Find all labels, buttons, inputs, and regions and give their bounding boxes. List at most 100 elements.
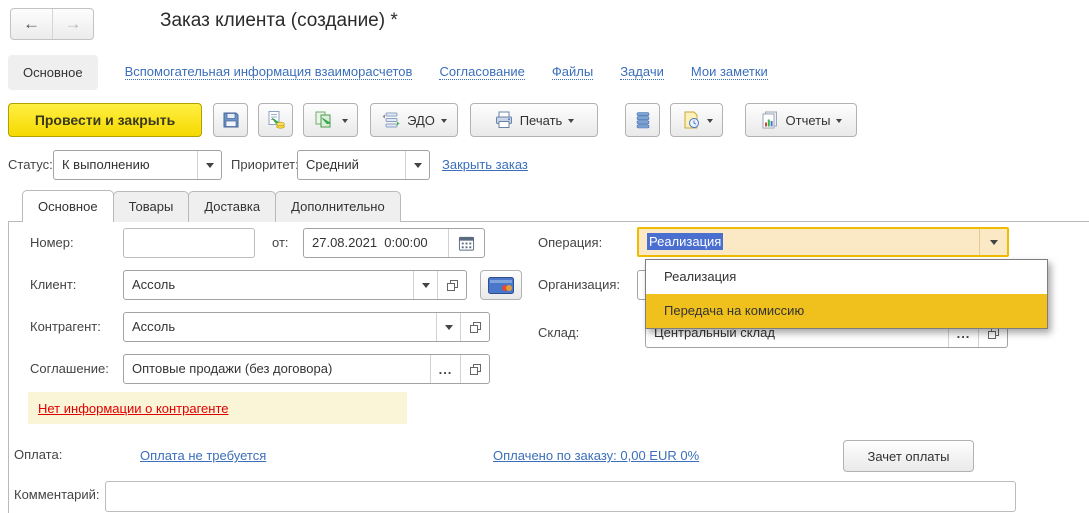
save-icon	[221, 110, 241, 130]
payment-card-icon	[488, 276, 514, 294]
tab-goods[interactable]: Товары	[112, 191, 190, 222]
reports-label: Отчеты	[785, 112, 831, 128]
priority-dropdown-button[interactable]	[405, 151, 429, 179]
history-nav: ← →	[10, 8, 94, 40]
chevron-down-icon	[836, 119, 843, 126]
edo-label: ЭДО	[407, 112, 435, 128]
operation-label: Операция:	[538, 235, 603, 250]
post-document-icon	[266, 110, 286, 130]
operation-option-peredacha-na-komissiyu[interactable]: Передача на комиссию	[646, 294, 1047, 328]
chevron-down-icon	[205, 163, 214, 172]
calendar-icon	[458, 235, 475, 252]
status-dropdown-button[interactable]	[197, 151, 221, 179]
close-order-link[interactable]: Закрыть заказ	[442, 157, 528, 172]
form-tabs: Основное Товары Доставка Дополнительно	[22, 190, 401, 222]
agreement-choose-button[interactable]: ...	[430, 355, 460, 383]
forward-button[interactable]: →	[52, 9, 93, 39]
operation-dropdown-list: Реализация Передача на комиссию	[645, 259, 1048, 329]
payment-label: Оплата:	[14, 447, 63, 462]
post-document-button[interactable]	[258, 103, 293, 137]
client-value: Ассоль	[132, 277, 176, 292]
create-based-on-button[interactable]	[303, 103, 358, 137]
chevron-down-icon	[421, 283, 430, 292]
counterparty-select[interactable]: Ассоль	[123, 312, 490, 342]
payment-offset-button[interactable]: Зачет оплаты	[843, 440, 974, 472]
date-value: 27.08.2021 0:00:00	[312, 235, 428, 250]
chevron-down-icon	[440, 119, 447, 126]
post-and-close-button[interactable]: Провести и закрыть	[8, 103, 202, 137]
tab-additional[interactable]: Дополнительно	[275, 191, 401, 222]
number-input[interactable]	[123, 228, 255, 258]
status-value: К выполнению	[62, 157, 150, 172]
client-select[interactable]: Ассоль	[123, 270, 467, 300]
number-value	[124, 229, 254, 257]
nav-link-my-notes[interactable]: Мои заметки	[690, 64, 768, 80]
organization-label: Организация:	[538, 277, 621, 292]
client-dropdown-button[interactable]	[413, 271, 437, 299]
counterparty-open-button[interactable]	[460, 313, 489, 341]
number-label: Номер:	[30, 235, 74, 250]
counterparty-dropdown-button[interactable]	[436, 313, 460, 341]
reminder-clock-icon	[681, 110, 701, 130]
status-label: Статус:	[8, 157, 53, 172]
priority-select[interactable]: Средний	[297, 150, 430, 180]
nav-link-tasks[interactable]: Задачи	[620, 64, 664, 80]
customer-order-window: ← → Заказ клиента (создание) * Основное …	[0, 0, 1089, 513]
warning-banner: Нет информации о контрагенте	[28, 392, 407, 424]
nav-tab-main[interactable]: Основное	[8, 54, 98, 90]
agreement-value: Оптовые продажи (без договора)	[132, 361, 333, 376]
comment-input[interactable]	[105, 481, 1016, 512]
nav-link-mutual-settlements-info[interactable]: Вспомогательная информация взаиморасчето…	[124, 64, 413, 80]
tab-delivery[interactable]: Доставка	[188, 191, 277, 222]
paid-by-order-link[interactable]: Оплачено по заказу: 0,00 EUR 0%	[493, 448, 699, 463]
agreement-open-button[interactable]	[460, 355, 489, 383]
no-counterparty-info-link[interactable]: Нет информации о контрагенте	[38, 401, 229, 416]
priority-label: Приоритет:	[231, 157, 299, 172]
print-label: Печать	[519, 112, 563, 128]
client-label: Клиент:	[30, 277, 77, 292]
printer-icon	[494, 110, 514, 130]
chevron-down-icon	[989, 240, 998, 249]
operation-dropdown-button[interactable]	[979, 229, 1007, 255]
chevron-down-icon	[706, 119, 713, 126]
form-navigation: Основное Вспомогательная информация взаи…	[8, 53, 768, 91]
agreement-label: Соглашение:	[30, 361, 109, 376]
save-button[interactable]	[213, 103, 248, 137]
print-button[interactable]: Печать	[470, 103, 598, 137]
counterparty-label: Контрагент:	[30, 319, 101, 334]
back-button[interactable]: ←	[11, 9, 52, 39]
operation-select[interactable]: Реализация	[637, 227, 1009, 257]
nav-link-files[interactable]: Файлы	[551, 64, 594, 80]
date-input[interactable]: 27.08.2021 0:00:00	[303, 228, 485, 258]
reports-chart-icon	[760, 110, 780, 130]
comment-value	[106, 482, 1015, 511]
create-based-on-icon	[314, 110, 336, 130]
client-open-button[interactable]	[437, 271, 466, 299]
chevron-down-icon	[413, 163, 422, 172]
ellipsis-icon: ...	[438, 361, 453, 377]
edo-button[interactable]: ЭДО	[370, 103, 458, 137]
client-payment-card-button[interactable]	[480, 270, 522, 300]
back-arrow-icon: ←	[23, 14, 40, 33]
open-link-icon	[446, 279, 459, 292]
priority-value: Средний	[306, 157, 359, 172]
warehouse-label: Склад:	[538, 325, 580, 340]
operation-value: Реализация	[647, 233, 724, 250]
status-select[interactable]: К выполнению	[53, 150, 222, 180]
agreement-select[interactable]: Оптовые продажи (без договора) ...	[123, 354, 490, 384]
calendar-button[interactable]	[448, 229, 484, 257]
chevron-down-icon	[444, 325, 453, 334]
operation-option-realizatsiya[interactable]: Реализация	[646, 260, 1047, 294]
edo-exchange-icon	[381, 110, 401, 130]
page-title: Заказ клиента (создание) *	[160, 10, 398, 31]
register-list-icon	[635, 110, 651, 130]
open-link-icon	[469, 363, 482, 376]
document-register-button[interactable]	[625, 103, 660, 137]
forward-arrow-icon: →	[64, 14, 82, 33]
reports-button[interactable]: Отчеты	[745, 103, 857, 137]
date-label: от:	[272, 235, 289, 250]
payment-not-required-link[interactable]: Оплата не требуется	[140, 448, 266, 463]
reminder-button[interactable]	[670, 103, 723, 137]
tab-main[interactable]: Основное	[22, 190, 114, 222]
nav-link-approval[interactable]: Согласование	[439, 64, 525, 80]
